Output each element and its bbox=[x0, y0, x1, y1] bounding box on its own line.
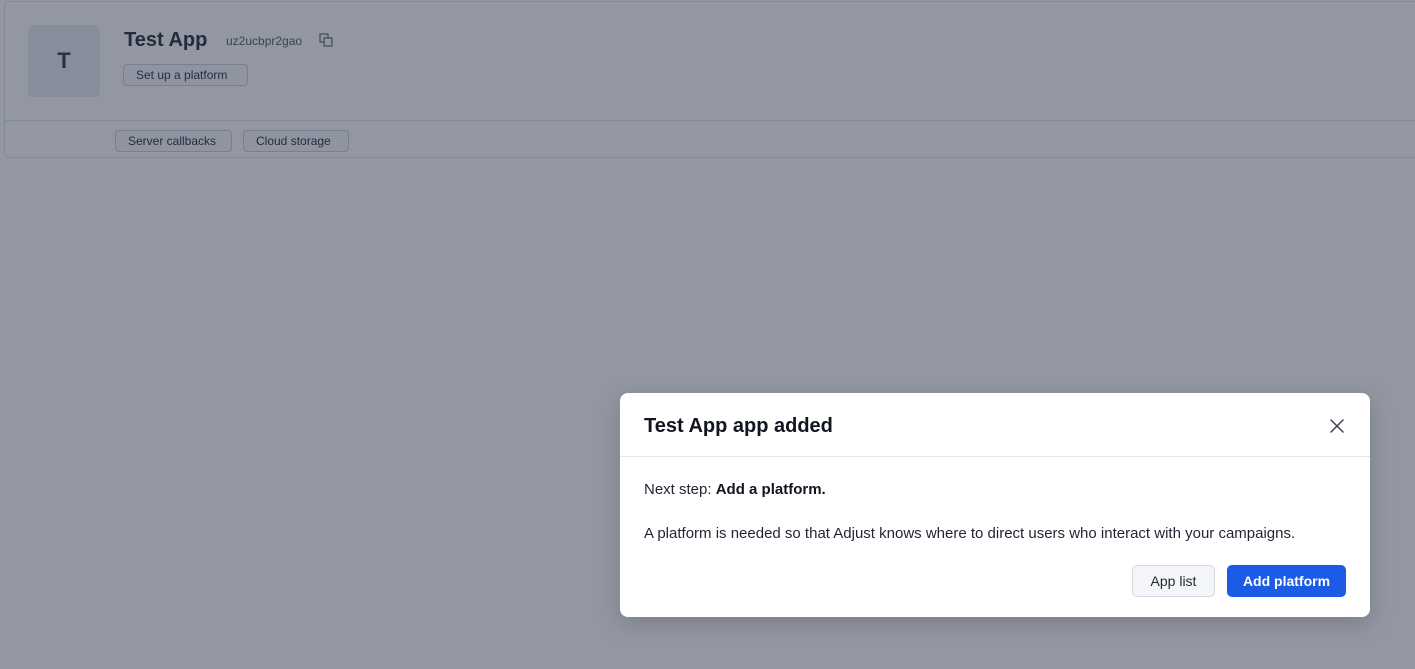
modal-divider bbox=[620, 456, 1370, 457]
modal-description: A platform is needed so that Adjust know… bbox=[644, 525, 1296, 542]
next-step-text: Next step: Add a platform. bbox=[644, 481, 826, 498]
modal-title: Test App app added bbox=[644, 415, 833, 437]
app-list-button[interactable]: App list bbox=[1132, 565, 1215, 597]
close-icon[interactable] bbox=[1328, 417, 1346, 435]
app-added-modal: Test App app added Next step: Add a plat… bbox=[620, 393, 1370, 617]
add-platform-button[interactable]: Add platform bbox=[1227, 565, 1346, 597]
page: T Test App uz2ucbpr2gao Set up a platfor… bbox=[0, 0, 1415, 669]
next-step-action: Add a platform. bbox=[715, 481, 826, 498]
next-step-prefix: Next step: bbox=[644, 481, 716, 498]
